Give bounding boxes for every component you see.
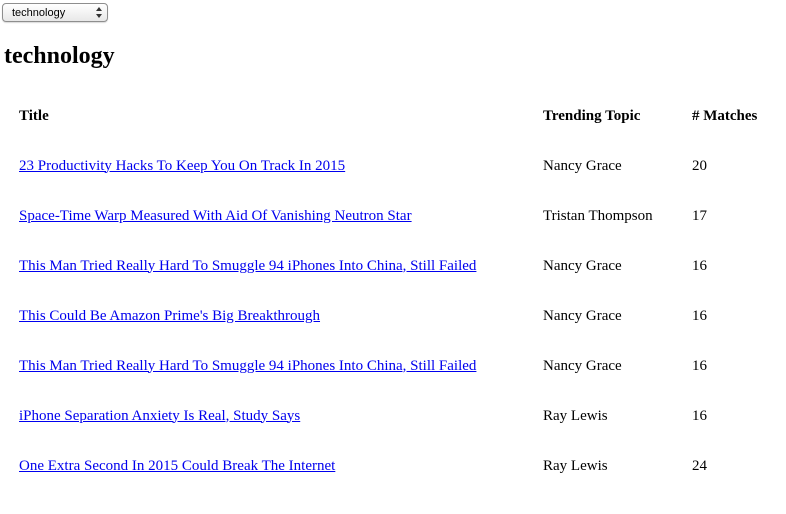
table-row: This Man Tried Really Hard To Smuggle 94… (19, 241, 782, 291)
table-row: One Extra Second In 2015 Could Break The… (19, 441, 782, 491)
article-link[interactable]: This Man Tried Really Hard To Smuggle 94… (19, 358, 476, 374)
title-cell: This Man Tried Really Hard To Smuggle 94… (19, 241, 543, 291)
article-link[interactable]: Space-Time Warp Measured With Aid Of Van… (19, 208, 412, 224)
article-link[interactable]: 23 Productivity Hacks To Keep You On Tra… (19, 158, 345, 174)
matches-cell: 24 (692, 457, 707, 474)
title-cell: iPhone Separation Anxiety Is Real, Study… (19, 391, 543, 441)
header-title: Title (19, 107, 49, 124)
matches-cell: 16 (692, 357, 707, 374)
topic-cell: Tristan Thompson (543, 207, 653, 224)
page-title: technology (4, 43, 115, 69)
table-header-row: Title Trending Topic # Matches (19, 91, 782, 141)
matches-cell: 16 (692, 257, 707, 274)
articles-table: Title Trending Topic # Matches 23 Produc… (19, 91, 782, 491)
article-link[interactable]: This Could Be Amazon Prime's Big Breakth… (19, 308, 320, 324)
topic-cell: Nancy Grace (543, 157, 622, 174)
topic-cell: Ray Lewis (543, 407, 608, 424)
table-row: 23 Productivity Hacks To Keep You On Tra… (19, 141, 782, 191)
article-link[interactable]: This Man Tried Really Hard To Smuggle 94… (19, 258, 476, 274)
topic-cell: Nancy Grace (543, 357, 622, 374)
category-select-value: technology (12, 7, 66, 19)
table-row: This Man Tried Really Hard To Smuggle 94… (19, 341, 782, 391)
header-matches: # Matches (692, 107, 758, 124)
article-link[interactable]: One Extra Second In 2015 Could Break The… (19, 458, 335, 474)
title-cell: This Man Tried Really Hard To Smuggle 94… (19, 341, 543, 391)
topic-cell: Ray Lewis (543, 457, 608, 474)
title-cell: This Could Be Amazon Prime's Big Breakth… (19, 291, 543, 341)
matches-cell: 16 (692, 407, 707, 424)
category-select[interactable]: technology (2, 3, 108, 22)
topic-cell: Nancy Grace (543, 307, 622, 324)
matches-cell: 17 (692, 207, 707, 224)
title-cell: 23 Productivity Hacks To Keep You On Tra… (19, 141, 543, 191)
matches-cell: 20 (692, 157, 707, 174)
table-row: Space-Time Warp Measured With Aid Of Van… (19, 191, 782, 241)
title-cell: Space-Time Warp Measured With Aid Of Van… (19, 191, 543, 241)
table-row: This Could Be Amazon Prime's Big Breakth… (19, 291, 782, 341)
matches-cell: 16 (692, 307, 707, 324)
select-updown-arrows-icon (96, 7, 102, 18)
topic-cell: Nancy Grace (543, 257, 622, 274)
header-trending-topic: Trending Topic (543, 107, 641, 124)
title-cell: One Extra Second In 2015 Could Break The… (19, 441, 543, 491)
table-row: iPhone Separation Anxiety Is Real, Study… (19, 391, 782, 441)
article-link[interactable]: iPhone Separation Anxiety Is Real, Study… (19, 408, 300, 424)
